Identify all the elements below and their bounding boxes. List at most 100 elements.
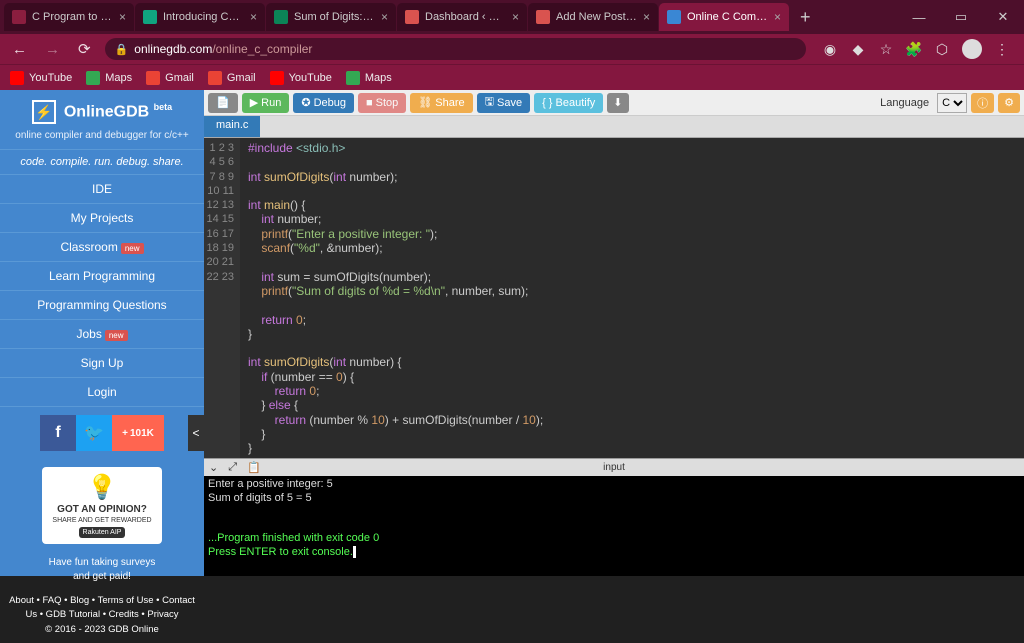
tab-title: Sum of Digits: Recurs xyxy=(294,11,375,23)
bookmark-label: Maps xyxy=(365,72,392,84)
bookmark-label: Maps xyxy=(105,72,132,84)
promo-brand: Rakuten AIP xyxy=(79,527,126,538)
close-tab-icon[interactable]: × xyxy=(512,10,519,24)
promo-ad[interactable]: 💡 GOT AN OPINION? SHARE AND GET REWARDED… xyxy=(42,467,162,544)
browser-tab-strip: C Program to Find the×Introducing ChatGP… xyxy=(0,0,1024,34)
close-tab-icon[interactable]: × xyxy=(381,10,388,24)
share-button[interactable]: ⛓ Share xyxy=(410,93,472,113)
bookmark-label: YouTube xyxy=(29,72,72,84)
reload-button[interactable]: ⟳ xyxy=(74,40,95,58)
sidebar-item[interactable]: IDE xyxy=(0,174,204,203)
extension-icon[interactable]: ◉ xyxy=(822,41,838,57)
close-tab-icon[interactable]: × xyxy=(250,10,257,24)
code-editor[interactable]: 1 2 3 4 5 6 7 8 9 10 11 12 13 14 15 16 1… xyxy=(204,138,1024,458)
brand-subtitle: online compiler and debugger for c/c++ xyxy=(0,128,204,149)
lightbulb-icon: 💡 xyxy=(48,473,156,502)
code-content[interactable]: #include <stdio.h> int sumOfDigits(int n… xyxy=(240,138,1024,458)
close-tab-icon[interactable]: × xyxy=(774,10,781,24)
new-badge: new xyxy=(105,330,128,341)
update-icon[interactable]: ⬡ xyxy=(934,41,950,57)
stop-button[interactable]: ■ Stop xyxy=(358,93,406,113)
close-window-button[interactable]: ✕ xyxy=(982,0,1024,34)
bookmark-icon xyxy=(270,71,284,85)
social-row: f 🐦 + 101K < xyxy=(0,406,204,459)
sidebar-item[interactable]: Login xyxy=(0,377,204,406)
menu-icon[interactable]: ⋮ xyxy=(994,41,1010,57)
browser-tab[interactable]: Dashboard ‹ Develope × xyxy=(397,3,527,31)
bookmark-label: Gmail xyxy=(165,72,194,84)
bookmark-icon xyxy=(146,71,160,85)
bookmark-item[interactable]: Maps xyxy=(86,71,132,85)
forward-button[interactable]: → xyxy=(41,41,64,58)
profile-avatar[interactable] xyxy=(962,39,982,59)
language-select[interactable]: C xyxy=(937,93,967,113)
sidebar-item[interactable]: Learn Programming xyxy=(0,261,204,290)
file-tab-main-c[interactable]: main.c xyxy=(204,116,260,137)
bookmark-item[interactable]: YouTube xyxy=(10,71,72,85)
sidebar-item[interactable]: Programming Questions xyxy=(0,290,204,319)
window-controls: — ▭ ✕ xyxy=(898,0,1024,34)
new-file-button[interactable]: 📄 xyxy=(208,93,238,113)
sidebar-item[interactable]: My Projects xyxy=(0,203,204,232)
bookmark-label: Gmail xyxy=(227,72,256,84)
favicon xyxy=(667,10,681,24)
line-gutter: 1 2 3 4 5 6 7 8 9 10 11 12 13 14 15 16 1… xyxy=(204,138,240,458)
tab-title: Dashboard ‹ Develope xyxy=(425,11,506,23)
browser-tab[interactable]: C Program to Find the× xyxy=(4,3,134,31)
terminal-collapse-icon[interactable]: ⌄ xyxy=(204,461,223,474)
browser-tab[interactable]: Sum of Digits: Recurs × xyxy=(266,3,396,31)
beautify-button[interactable]: { } Beautify xyxy=(534,93,603,113)
bookmark-icon xyxy=(346,71,360,85)
sidebar-item[interactable]: Classroomnew xyxy=(0,232,204,261)
toolbar: 📄 ▶ Run ✪ Debug ■ Stop ⛓ Share 🖫 Save { … xyxy=(204,90,1024,116)
sidebar-collapse-button[interactable]: < xyxy=(188,415,204,451)
footer-links[interactable]: About • FAQ • Blog • Terms of Use • Cont… xyxy=(0,588,204,643)
run-button[interactable]: ▶ Run xyxy=(242,93,290,113)
save-button[interactable]: 🖫 Save xyxy=(477,93,530,113)
sidebar: ⚡ OnlineGDB beta online compiler and deb… xyxy=(0,90,204,576)
new-tab-button[interactable]: + xyxy=(790,7,821,28)
terminal-copy-icon[interactable]: 📋 xyxy=(242,461,266,474)
minimize-button[interactable]: — xyxy=(898,0,940,34)
bookmark-item[interactable]: Gmail xyxy=(146,71,194,85)
sidebar-item[interactable]: Sign Up xyxy=(0,348,204,377)
lock-icon: 🔒 xyxy=(115,43,129,56)
favicon xyxy=(405,10,419,24)
browser-tab[interactable]: Add New Post ‹ Devel × xyxy=(528,3,658,31)
url-path: /online_c_compiler xyxy=(212,42,312,56)
twitter-button[interactable]: 🐦 xyxy=(76,415,112,451)
bookmark-star-icon[interactable]: ☆ xyxy=(878,41,894,57)
bookmark-item[interactable]: YouTube xyxy=(270,71,332,85)
tab-title: Add New Post ‹ Devel xyxy=(556,11,637,23)
tagline: code. compile. run. debug. share. xyxy=(0,149,204,174)
download-button[interactable]: ⬇ xyxy=(607,93,628,113)
settings-button[interactable]: ⚙ xyxy=(998,93,1020,113)
browser-address-bar: ← → ⟳ 🔒 onlinegdb.com/online_c_compiler … xyxy=(0,34,1024,64)
terminal-header: ⌄ ⤢ 📋 input xyxy=(204,458,1024,476)
facebook-button[interactable]: f xyxy=(40,415,76,451)
browser-tab[interactable]: Introducing ChatGPT× xyxy=(135,3,265,31)
new-badge: new xyxy=(121,243,144,254)
bookmark-icon xyxy=(86,71,100,85)
maximize-button[interactable]: ▭ xyxy=(940,0,982,34)
beta-badge: beta xyxy=(154,102,173,112)
bookmark-item[interactable]: Gmail xyxy=(208,71,256,85)
terminal-label: input xyxy=(603,462,625,473)
back-button[interactable]: ← xyxy=(8,41,31,58)
close-tab-icon[interactable]: × xyxy=(643,10,650,24)
extensions-icon[interactable]: 🧩 xyxy=(906,41,922,57)
help-button[interactable]: ⓘ xyxy=(971,93,994,113)
addthis-button[interactable]: + 101K xyxy=(112,415,164,451)
terminal-output[interactable]: Enter a positive integer: 5 Sum of digit… xyxy=(204,476,1024,576)
sidebar-item[interactable]: Jobsnew xyxy=(0,319,204,348)
extension-icon[interactable]: ◆ xyxy=(850,41,866,57)
close-tab-icon[interactable]: × xyxy=(119,10,126,24)
browser-tab[interactable]: Online C Compiler - o× xyxy=(659,3,789,31)
terminal-expand-icon[interactable]: ⤢ xyxy=(223,461,242,474)
logo[interactable]: ⚡ OnlineGDB beta xyxy=(0,90,204,128)
url-input[interactable]: 🔒 onlinegdb.com/online_c_compiler xyxy=(105,38,806,60)
favicon xyxy=(274,10,288,24)
bookmarks-bar: YouTube Maps Gmail Gmail YouTube Maps xyxy=(0,64,1024,90)
bookmark-item[interactable]: Maps xyxy=(346,71,392,85)
debug-button[interactable]: ✪ Debug xyxy=(293,93,354,113)
